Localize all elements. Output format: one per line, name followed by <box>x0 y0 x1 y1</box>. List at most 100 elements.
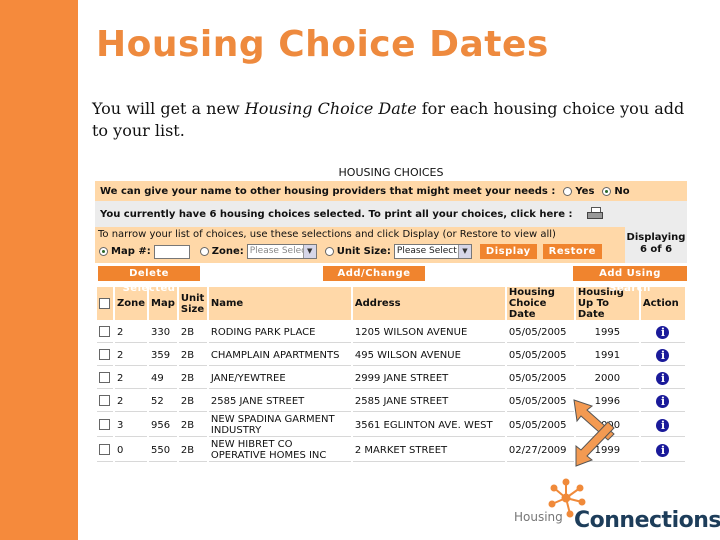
address-cell: 3561 EGLINTON AVE. WEST <box>352 414 505 437</box>
row-checkbox[interactable] <box>99 372 110 384</box>
orange-sidebar-bar <box>0 0 78 540</box>
intro-before: You will get a new <box>92 99 245 118</box>
row-checkbox-cell <box>97 322 113 343</box>
filter-hint: To narrow your list of choices, use thes… <box>98 229 556 240</box>
zone-cell: 2 <box>115 391 148 412</box>
name-header: Name <box>208 287 351 320</box>
zone-label: Zone: <box>211 246 244 257</box>
unit-size-cell: 2B <box>178 391 207 412</box>
zone-filter-radio[interactable] <box>199 247 209 256</box>
share-yes-label: Yes <box>575 185 595 197</box>
row-checkbox[interactable] <box>99 395 110 407</box>
info-icon[interactable]: i <box>656 325 670 339</box>
add-change-button[interactable]: Add/Change <box>323 266 425 281</box>
action-buttons-row: Delete Selected Add/Change Add Using Sea… <box>95 265 687 294</box>
action-cell: i <box>640 368 685 389</box>
logo-housing-text: Housing <box>514 510 563 524</box>
chevron-down-icon: ▼ <box>302 245 316 258</box>
zone-select[interactable]: Please Select ▼ <box>246 244 317 259</box>
row-checkbox[interactable] <box>99 349 110 361</box>
row-checkbox-cell <box>97 391 113 412</box>
up-to-date-cell: 1991 <box>575 345 639 366</box>
unit-size-label: Unit Size: <box>336 246 391 257</box>
map-cell: 49 <box>149 368 177 389</box>
unit-size-header: Unit Size <box>178 287 207 320</box>
action-cell: i <box>640 439 685 462</box>
up-to-date-cell: 2000 <box>575 368 639 389</box>
chevron-down-icon: ▼ <box>457 245 471 258</box>
unit-filter-radio[interactable] <box>324 247 334 256</box>
select-all-checkbox[interactable] <box>99 297 110 309</box>
zone-select-placeholder: Please Select <box>249 246 310 256</box>
share-question: We can give your name to other housing p… <box>100 185 556 197</box>
delete-selected-button[interactable]: Delete Selected <box>98 266 200 294</box>
name-cell: JANE/YEWTREE <box>208 368 351 389</box>
unit-size-cell: 2B <box>178 439 207 462</box>
row-checkbox[interactable] <box>99 444 110 456</box>
table-row: 2 359 2B CHAMPLAIN APARTMENTS 495 WILSON… <box>97 345 685 366</box>
info-icon[interactable]: i <box>656 371 670 385</box>
unit-size-cell: 2B <box>178 368 207 389</box>
table-header-row: Zone Map Unit Size Name Address Housing … <box>97 287 685 320</box>
action-cell: i <box>640 322 685 343</box>
action-cell: i <box>640 414 685 437</box>
zone-cell: 0 <box>115 439 148 462</box>
map-cell: 359 <box>149 345 177 366</box>
choice-date-cell: 05/05/2005 <box>506 345 574 366</box>
printer-icon[interactable] <box>586 207 603 221</box>
display-button[interactable]: Display <box>479 244 537 259</box>
logo-connections-text: Connections <box>574 508 720 533</box>
share-no-radio[interactable] <box>602 186 612 196</box>
map-number-input[interactable] <box>153 244 190 259</box>
zone-cell: 3 <box>115 414 148 437</box>
address-cell: 1205 WILSON AVENUE <box>352 322 505 343</box>
unit-size-select[interactable]: Please Select ▼ <box>393 244 472 259</box>
map-label: Map #: <box>111 246 151 257</box>
unit-size-cell: 2B <box>178 322 207 343</box>
slide-title: Housing Choice Dates <box>96 24 549 65</box>
displaying-indicator: Displaying 6 of 6 <box>625 227 687 263</box>
name-cell: 2585 JANE STREET <box>208 391 351 412</box>
share-no-label: No <box>614 185 630 197</box>
select-all-header <box>97 287 113 320</box>
name-cell: CHAMPLAIN APARTMENTS <box>208 345 351 366</box>
address-cell: 495 WILSON AVENUE <box>352 345 505 366</box>
info-icon[interactable]: i <box>656 348 670 362</box>
filter-controls: Map #: Zone: Please Select ▼ Unit Size: P… <box>99 244 602 259</box>
name-cell: RODING PARK PLACE <box>208 322 351 343</box>
unit-size-cell: 2B <box>178 414 207 437</box>
table-row: 2 330 2B RODING PARK PLACE 1205 WILSON A… <box>97 322 685 343</box>
share-name-row: We can give your name to other housing p… <box>95 181 687 201</box>
row-checkbox-cell <box>97 439 113 462</box>
annotation-arrows <box>573 399 615 467</box>
filter-row: To narrow your list of choices, use thes… <box>95 227 687 263</box>
map-cell: 550 <box>149 439 177 462</box>
row-checkbox[interactable] <box>99 326 110 338</box>
selected-count-row: You currently have 6 housing choices sel… <box>95 201 687 227</box>
unit-select-placeholder: Please Select <box>396 246 457 256</box>
choice-date-cell: 05/05/2005 <box>506 322 574 343</box>
unit-size-cell: 2B <box>178 345 207 366</box>
map-cell: 52 <box>149 391 177 412</box>
up-to-date-cell: 1995 <box>575 322 639 343</box>
address-cell: 2585 JANE STREET <box>352 391 505 412</box>
address-cell: 2 MARKET STREET <box>352 439 505 462</box>
zone-cell: 2 <box>115 368 148 389</box>
table-row: 2 49 2B JANE/YEWTREE 2999 JANE STREET 05… <box>97 368 685 389</box>
row-checkbox[interactable] <box>99 419 110 431</box>
info-icon[interactable]: i <box>656 394 670 408</box>
share-yes-radio[interactable] <box>563 186 573 196</box>
info-icon[interactable]: i <box>656 418 670 432</box>
map-cell: 956 <box>149 414 177 437</box>
add-using-search-button[interactable]: Add Using Search <box>573 266 687 294</box>
map-filter-radio[interactable] <box>99 247 108 256</box>
address-header: Address <box>352 287 505 320</box>
address-cell: 2999 JANE STREET <box>352 368 505 389</box>
action-cell: i <box>640 391 685 412</box>
intro-emphasis: Housing Choice Date <box>244 99 417 118</box>
displaying-label: Displaying <box>626 232 686 243</box>
restore-button[interactable]: Restore <box>542 244 602 259</box>
selected-count-text: You currently have 6 housing choices sel… <box>100 208 573 220</box>
info-icon[interactable]: i <box>656 443 670 457</box>
name-cell: NEW HIBRET CO OPERATIVE HOMES INC <box>208 439 351 462</box>
